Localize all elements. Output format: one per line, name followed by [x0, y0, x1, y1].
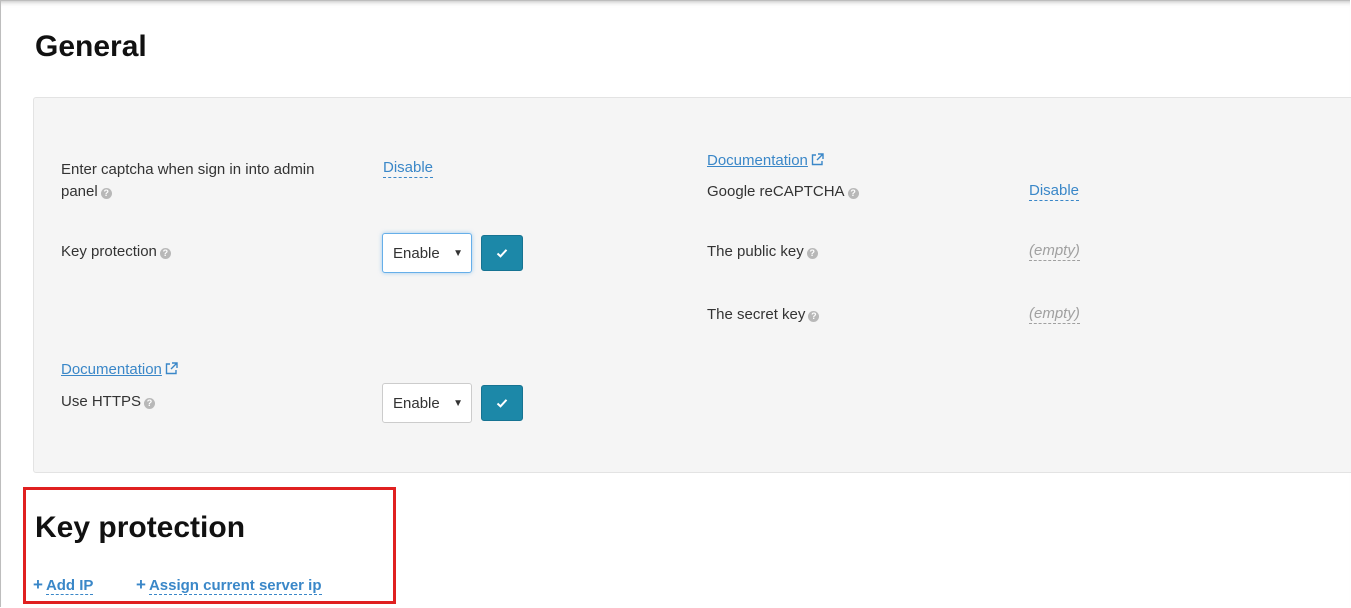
- plus-icon: +: [33, 575, 43, 594]
- public-key-value[interactable]: (empty): [1029, 242, 1080, 261]
- recaptcha-documentation-link[interactable]: Documentation: [707, 151, 824, 171]
- https-documentation-text: Documentation: [61, 361, 162, 378]
- public-key-setting-label: The public key?: [707, 241, 818, 263]
- captcha-label-line2: panel: [61, 183, 98, 200]
- help-icon[interactable]: ?: [847, 188, 859, 199]
- captcha-toggle-link[interactable]: Disable: [383, 159, 434, 178]
- section-title-key-protection: Key protection: [35, 511, 246, 544]
- https-setting-label: Use HTTPS?: [61, 391, 156, 413]
- https-select-value: Enable: [393, 395, 440, 412]
- captcha-setting-label: Enter captcha when sign in into admin pa…: [61, 159, 314, 203]
- key-protection-select-value: Enable: [393, 245, 440, 262]
- caret-down-icon: ▼: [453, 398, 463, 409]
- external-link-icon: [811, 153, 824, 166]
- check-icon: [496, 399, 508, 408]
- help-icon[interactable]: ?: [144, 398, 156, 409]
- recaptcha-documentation-text: Documentation: [707, 152, 808, 169]
- secret-key-setting-label: The secret key?: [707, 304, 820, 326]
- help-icon[interactable]: ?: [806, 248, 818, 259]
- key-protection-apply-button[interactable]: [481, 235, 523, 271]
- external-link-icon: [165, 362, 178, 375]
- recaptcha-label: Google reCAPTCHA: [707, 183, 845, 200]
- add-ip-label: Add IP: [45, 577, 94, 595]
- https-select[interactable]: Enable ▼: [382, 383, 472, 423]
- secret-key-label: The secret key: [707, 306, 806, 323]
- https-documentation-link[interactable]: Documentation: [61, 360, 178, 380]
- key-protection-select[interactable]: Enable ▼: [382, 233, 472, 273]
- assign-server-ip-link[interactable]: + Assign current server ip: [136, 576, 322, 595]
- https-apply-button[interactable]: [481, 385, 523, 421]
- add-ip-link[interactable]: + Add IP: [33, 575, 94, 595]
- help-icon[interactable]: ?: [159, 248, 171, 259]
- recaptcha-toggle-link[interactable]: Disable: [1029, 182, 1080, 201]
- general-settings-panel: [33, 97, 1351, 473]
- section-title-general: General: [35, 30, 147, 63]
- public-key-label: The public key: [707, 243, 804, 260]
- plus-icon: +: [136, 575, 146, 594]
- secret-key-value[interactable]: (empty): [1029, 305, 1080, 324]
- key-protection-setting-label: Key protection?: [61, 241, 171, 263]
- recaptcha-setting-label: Google reCAPTCHA?: [707, 181, 859, 203]
- key-protection-label: Key protection: [61, 243, 157, 260]
- help-icon[interactable]: ?: [808, 311, 820, 322]
- check-icon: [496, 249, 508, 258]
- assign-server-ip-label: Assign current server ip: [148, 577, 322, 595]
- https-label: Use HTTPS: [61, 393, 142, 410]
- caret-down-icon: ▼: [453, 248, 463, 259]
- help-icon[interactable]: ?: [100, 188, 112, 199]
- captcha-label-line1: Enter captcha when sign in into admin: [61, 161, 315, 178]
